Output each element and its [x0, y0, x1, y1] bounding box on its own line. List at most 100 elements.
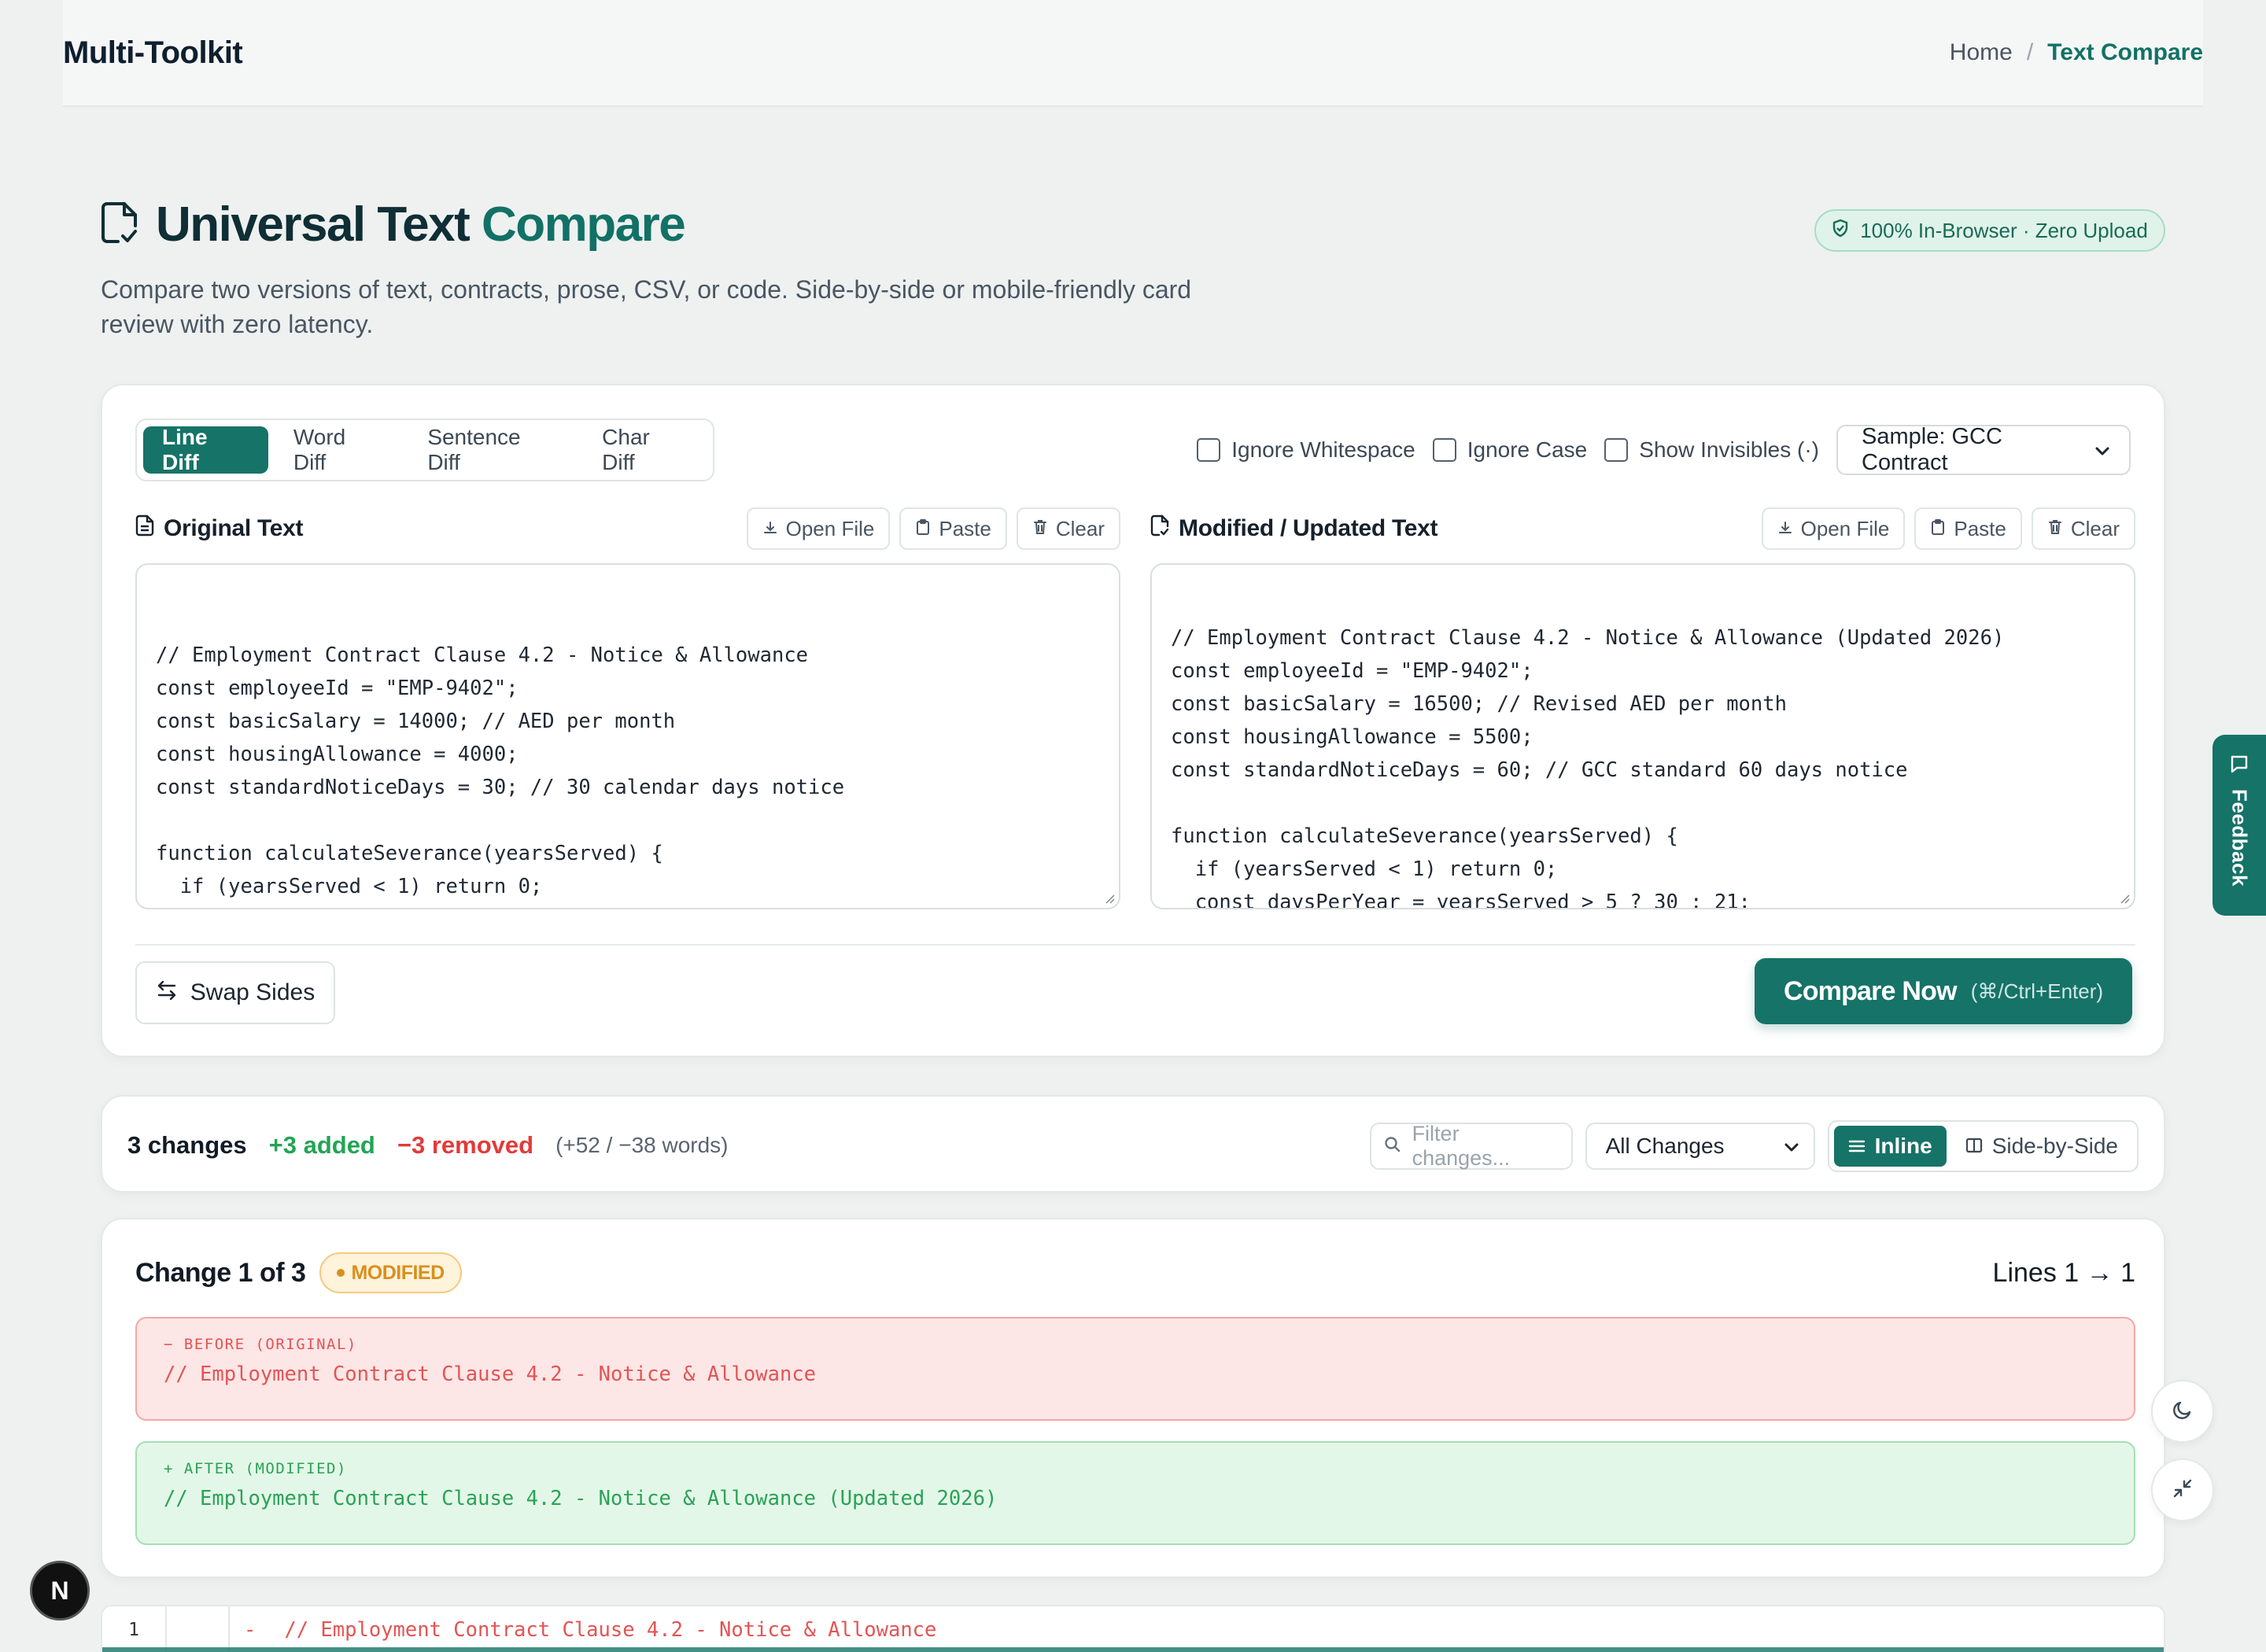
document-compare-icon	[101, 201, 138, 248]
breadcrumb-home[interactable]: Home	[1950, 39, 2013, 66]
line-number-modified	[167, 1606, 230, 1652]
columns-icon	[1965, 1134, 1983, 1159]
original-pane-header: Original Text Open File Paste Clear	[135, 505, 1120, 552]
sample-select[interactable]: Sample: GCC Contract	[1836, 424, 2131, 475]
compare-now-button[interactable]: Compare Now (⌘/Ctrl+Enter)	[1755, 958, 2132, 1024]
tab-sentence-diff[interactable]: Sentence Diff	[408, 425, 577, 474]
breadcrumb: Home / Text Compare	[1950, 39, 2203, 66]
original-paste-button[interactable]: Paste	[899, 507, 1007, 550]
privacy-badge-label: 100% In-Browser · Zero Upload	[1860, 218, 2148, 242]
download-icon	[1777, 517, 1793, 541]
breadcrumb-current: Text Compare	[2047, 39, 2203, 65]
removed-line-text: // Employment Contract Clause 4.2 - Noti…	[284, 1618, 937, 1642]
change-type-select[interactable]: All Changes	[1585, 1123, 1815, 1170]
change-header: Change 1 of 3 MODIFIED Lines 1 → 1	[135, 1251, 2135, 1295]
tab-char-diff[interactable]: Char Diff	[583, 425, 707, 474]
modified-clear-button[interactable]: Clear	[2031, 507, 2135, 550]
search-icon	[1384, 1134, 1401, 1159]
change-stats: 3 changes +3 added −3 removed (+52 / −38…	[127, 1097, 729, 1194]
original-clear-button[interactable]: Clear	[1016, 507, 1120, 550]
ignore-case-option[interactable]: Ignore Case	[1432, 437, 1588, 463]
show-invisibles-label: Show Invisibles (·)	[1639, 437, 1819, 462]
modified-badge: MODIFIED	[319, 1252, 462, 1293]
compact-view-button[interactable]	[2151, 1458, 2214, 1521]
after-text: // Employment Contract Clause 4.2 - Noti…	[164, 1487, 998, 1510]
filter-placeholder: Filter changes...	[1412, 1122, 1511, 1170]
ignore-case-label: Ignore Case	[1467, 437, 1588, 462]
modified-paste-button[interactable]: Paste	[1914, 507, 2022, 550]
changes-count: 3 changes	[127, 1131, 247, 1159]
ignore-case-checkbox[interactable]	[1432, 438, 1456, 462]
results-summary-bar: 3 changes +3 added −3 removed (+52 / −38…	[101, 1095, 2165, 1193]
before-block: − BEFORE (ORIGINAL) // Employment Contra…	[135, 1317, 2135, 1421]
trash-icon	[1032, 517, 1048, 541]
show-invisibles-checkbox[interactable]	[1604, 438, 1629, 462]
before-label: − BEFORE (ORIGINAL)	[164, 1336, 357, 1353]
compare-options: Ignore Whitespace Ignore Case Show Invis…	[1197, 419, 2131, 481]
app-brand[interactable]: Multi-Toolkit	[63, 35, 243, 71]
ignore-whitespace-option[interactable]: Ignore Whitespace	[1197, 437, 1415, 463]
modified-title: Modified / Updated Text	[1150, 514, 1438, 543]
status-dot-icon	[337, 1269, 345, 1277]
removed-count: −3 removed	[397, 1131, 534, 1159]
document-icon	[135, 514, 154, 543]
removed-marker: -	[244, 1618, 256, 1642]
breadcrumb-separator: /	[2026, 39, 2034, 65]
results-controls: Filter changes... All Changes Inline Sid…	[1369, 1120, 2139, 1172]
after-block: + AFTER (MODIFIED) // Employment Contrac…	[135, 1441, 2135, 1545]
view-inline-button[interactable]: Inline	[1833, 1126, 1947, 1167]
resize-handle-icon[interactable]	[1103, 892, 1116, 905]
original-title: Original Text	[135, 514, 304, 543]
row-accent-line	[102, 1647, 2164, 1652]
privacy-badge: 100% In-Browser · Zero Upload	[1814, 209, 2165, 252]
input-card: Line Diff Word Diff Sentence Diff Char D…	[101, 384, 2165, 1057]
show-invisibles-option[interactable]: Show Invisibles (·)	[1604, 437, 1819, 463]
ignore-whitespace-label: Ignore Whitespace	[1231, 437, 1415, 462]
shield-check-icon	[1832, 219, 1849, 243]
tab-word-diff[interactable]: Word Diff	[275, 425, 402, 474]
swap-arrows-icon	[156, 979, 178, 1006]
nextjs-dev-badge[interactable]: N	[30, 1561, 90, 1621]
chevron-down-icon	[1784, 1134, 1799, 1159]
document-check-icon	[1150, 514, 1169, 543]
trash-icon	[2047, 517, 2063, 541]
original-actions: Open File Paste Clear	[746, 507, 1120, 550]
sample-select-value: Sample: GCC Contract	[1862, 424, 2002, 475]
clipboard-icon	[915, 517, 931, 541]
word-delta: (+52 / −38 words)	[555, 1133, 729, 1157]
tab-line-diff[interactable]: Line Diff	[143, 425, 268, 474]
diff-mode-tabs: Line Diff Word Diff Sentence Diff Char D…	[135, 419, 714, 481]
inline-diff-row: 1 - // Employment Contract Clause 4.2 - …	[101, 1605, 2165, 1652]
compare-shortcut-hint: (⌘/Ctrl+Enter)	[1970, 979, 2104, 1003]
page-description: Compare two versions of text, contracts,…	[101, 275, 1192, 338]
page-header: Universal Text Compare	[101, 197, 686, 253]
view-toggle: Inline Side-by-Side	[1827, 1120, 2139, 1172]
download-icon	[762, 517, 778, 541]
line-number: 1	[102, 1606, 167, 1652]
line-range: Lines 1 → 1	[1992, 1257, 2135, 1288]
moon-icon	[2171, 1398, 2194, 1425]
original-open-file-button[interactable]: Open File	[746, 507, 891, 550]
swap-sides-button[interactable]: Swap Sides	[135, 961, 335, 1024]
view-side-by-side-button[interactable]: Side-by-Side	[1951, 1126, 2132, 1167]
change-type-value: All Changes	[1605, 1134, 1725, 1158]
theme-toggle-button[interactable]	[2151, 1380, 2214, 1443]
modified-actions: Open File Paste Clear	[1761, 507, 2135, 550]
feedback-label: Feedback	[2227, 789, 2252, 887]
modified-text-content: // Employment Contract Clause 4.2 - Noti…	[1171, 626, 2005, 909]
filter-changes-input[interactable]: Filter changes...	[1369, 1122, 1573, 1170]
modified-textarea[interactable]: // Employment Contract Clause 4.2 - Noti…	[1150, 563, 2135, 909]
after-label: + AFTER (MODIFIED)	[164, 1460, 347, 1477]
original-text-content: // Employment Contract Clause 4.2 - Noti…	[156, 643, 845, 898]
resize-handle-icon[interactable]	[2118, 892, 2131, 905]
page-title: Universal Text Compare	[156, 197, 686, 252]
compare-now-label: Compare Now	[1783, 975, 1958, 1006]
feedback-tab[interactable]: Feedback	[2212, 735, 2266, 916]
change-card: Change 1 of 3 MODIFIED Lines 1 → 1 − BEF…	[101, 1218, 2165, 1578]
change-title: Change 1 of 3 MODIFIED	[135, 1252, 462, 1293]
message-icon	[2229, 754, 2249, 778]
original-textarea[interactable]: // Employment Contract Clause 4.2 - Noti…	[135, 563, 1120, 909]
added-count: +3 added	[268, 1131, 375, 1159]
modified-open-file-button[interactable]: Open File	[1761, 507, 1906, 550]
ignore-whitespace-checkbox[interactable]	[1197, 438, 1221, 462]
